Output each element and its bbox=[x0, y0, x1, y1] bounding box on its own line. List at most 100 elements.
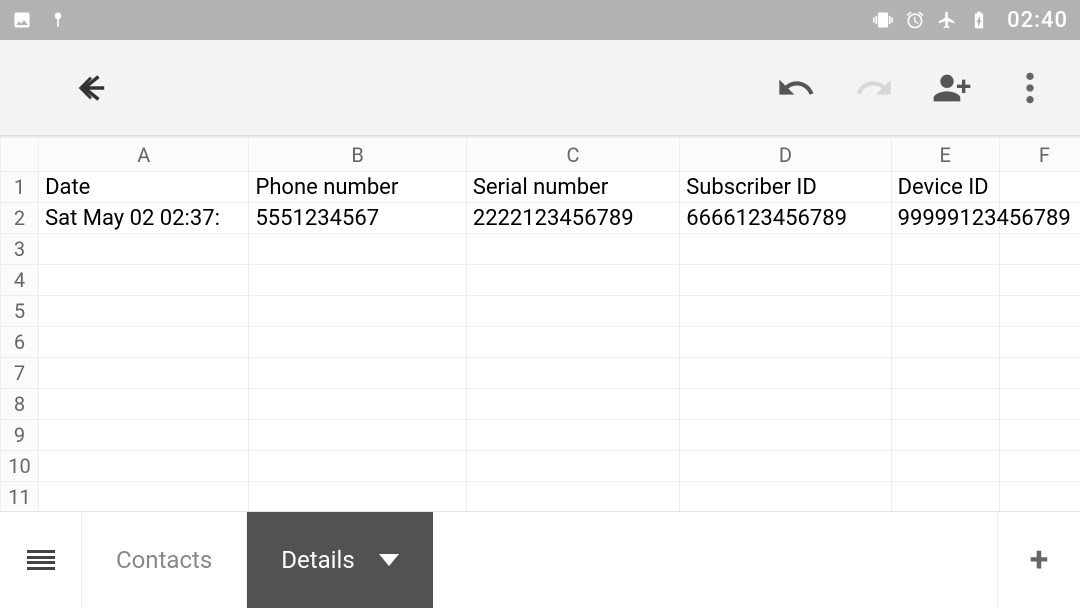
cell-c2[interactable]: 2222123456789 bbox=[466, 203, 679, 234]
cell[interactable] bbox=[466, 420, 679, 451]
cell-a2[interactable]: Sat May 02 02:37: bbox=[39, 203, 249, 234]
row-header-10[interactable]: 10 bbox=[1, 451, 39, 482]
corner-cell[interactable] bbox=[1, 138, 39, 172]
alarm-icon bbox=[905, 10, 925, 30]
cell[interactable] bbox=[249, 358, 466, 389]
cell[interactable] bbox=[999, 265, 1080, 296]
cell[interactable] bbox=[249, 420, 466, 451]
cell-e2[interactable]: 99999123456789 bbox=[891, 203, 999, 234]
cell[interactable] bbox=[466, 327, 679, 358]
cell[interactable] bbox=[891, 234, 999, 265]
cell[interactable] bbox=[249, 451, 466, 482]
cell[interactable] bbox=[680, 296, 891, 327]
cell[interactable] bbox=[680, 420, 891, 451]
cell-d2[interactable]: 6666123456789 bbox=[680, 203, 891, 234]
cell[interactable] bbox=[249, 327, 466, 358]
more-options-button[interactable] bbox=[1008, 66, 1052, 110]
col-header-e[interactable]: E bbox=[891, 138, 999, 172]
sheets-menu-button[interactable] bbox=[0, 512, 82, 608]
cell[interactable] bbox=[891, 482, 999, 512]
cell[interactable] bbox=[249, 296, 466, 327]
cell[interactable] bbox=[680, 482, 891, 512]
back-arrow-icon[interactable] bbox=[68, 66, 112, 110]
cell[interactable] bbox=[680, 451, 891, 482]
cell[interactable] bbox=[466, 265, 679, 296]
cell-f1[interactable] bbox=[999, 172, 1080, 203]
sheet-tabs-bar: Contacts Details + bbox=[0, 511, 1080, 608]
add-person-button[interactable] bbox=[930, 66, 974, 110]
cell[interactable] bbox=[249, 234, 466, 265]
col-header-c[interactable]: C bbox=[466, 138, 679, 172]
undo-button[interactable] bbox=[774, 66, 818, 110]
cell-b2[interactable]: 5551234567 bbox=[249, 203, 466, 234]
cell[interactable] bbox=[249, 389, 466, 420]
cell[interactable] bbox=[891, 265, 999, 296]
cell[interactable] bbox=[891, 358, 999, 389]
row-header-2[interactable]: 2 bbox=[1, 203, 39, 234]
cell[interactable] bbox=[999, 420, 1080, 451]
col-header-d[interactable]: D bbox=[680, 138, 891, 172]
row-header-6[interactable]: 6 bbox=[1, 327, 39, 358]
cell[interactable] bbox=[249, 265, 466, 296]
cell[interactable] bbox=[999, 358, 1080, 389]
cell[interactable] bbox=[891, 327, 999, 358]
cell[interactable] bbox=[39, 482, 249, 512]
cell[interactable] bbox=[466, 451, 679, 482]
row-header-3[interactable]: 3 bbox=[1, 234, 39, 265]
hamburger-icon bbox=[27, 550, 55, 570]
cell[interactable] bbox=[680, 327, 891, 358]
row-header-4[interactable]: 4 bbox=[1, 265, 39, 296]
cell[interactable] bbox=[891, 296, 999, 327]
cell[interactable] bbox=[466, 234, 679, 265]
cell[interactable] bbox=[680, 234, 891, 265]
cell[interactable] bbox=[680, 389, 891, 420]
cell[interactable] bbox=[891, 451, 999, 482]
cell-d1[interactable]: Subscriber ID bbox=[680, 172, 891, 203]
col-header-b[interactable]: B bbox=[249, 138, 466, 172]
cell[interactable] bbox=[466, 482, 679, 512]
row-header-5[interactable]: 5 bbox=[1, 296, 39, 327]
android-debug-icon bbox=[48, 10, 68, 30]
cell[interactable] bbox=[999, 482, 1080, 512]
cell-b1[interactable]: Phone number bbox=[249, 172, 466, 203]
tab-details[interactable]: Details bbox=[247, 512, 432, 608]
status-bar: 02:40 bbox=[0, 0, 1080, 40]
cell-c1[interactable]: Serial number bbox=[466, 172, 679, 203]
spreadsheet-grid[interactable]: A B C D E F 1 Date Phone number Serial n… bbox=[0, 136, 1080, 511]
cell[interactable] bbox=[249, 482, 466, 512]
cell[interactable] bbox=[39, 451, 249, 482]
status-time: 02:40 bbox=[1007, 8, 1068, 33]
cell[interactable] bbox=[680, 358, 891, 389]
cell[interactable] bbox=[39, 327, 249, 358]
cell[interactable] bbox=[466, 296, 679, 327]
row-header-7[interactable]: 7 bbox=[1, 358, 39, 389]
add-sheet-button[interactable]: + bbox=[998, 512, 1080, 608]
cell[interactable] bbox=[39, 358, 249, 389]
row-header-11[interactable]: 11 bbox=[1, 482, 39, 512]
cell[interactable] bbox=[39, 234, 249, 265]
cell[interactable] bbox=[39, 265, 249, 296]
cell-e1[interactable]: Device ID bbox=[891, 172, 999, 203]
cell[interactable] bbox=[999, 296, 1080, 327]
cell[interactable] bbox=[999, 451, 1080, 482]
col-header-a[interactable]: A bbox=[39, 138, 249, 172]
row-header-9[interactable]: 9 bbox=[1, 420, 39, 451]
chevron-down-icon bbox=[379, 554, 399, 566]
col-header-f[interactable]: F bbox=[999, 138, 1080, 172]
tab-contacts[interactable]: Contacts bbox=[82, 512, 247, 608]
row-header-8[interactable]: 8 bbox=[1, 389, 39, 420]
cell[interactable] bbox=[891, 389, 999, 420]
cell[interactable] bbox=[999, 327, 1080, 358]
cell[interactable] bbox=[891, 420, 999, 451]
cell[interactable] bbox=[999, 234, 1080, 265]
redo-button[interactable] bbox=[852, 66, 896, 110]
cell[interactable] bbox=[680, 265, 891, 296]
cell-a1[interactable]: Date bbox=[39, 172, 249, 203]
cell[interactable] bbox=[466, 358, 679, 389]
cell[interactable] bbox=[39, 389, 249, 420]
cell[interactable] bbox=[466, 389, 679, 420]
cell[interactable] bbox=[39, 296, 249, 327]
cell[interactable] bbox=[39, 420, 249, 451]
row-header-1[interactable]: 1 bbox=[1, 172, 39, 203]
cell[interactable] bbox=[999, 389, 1080, 420]
